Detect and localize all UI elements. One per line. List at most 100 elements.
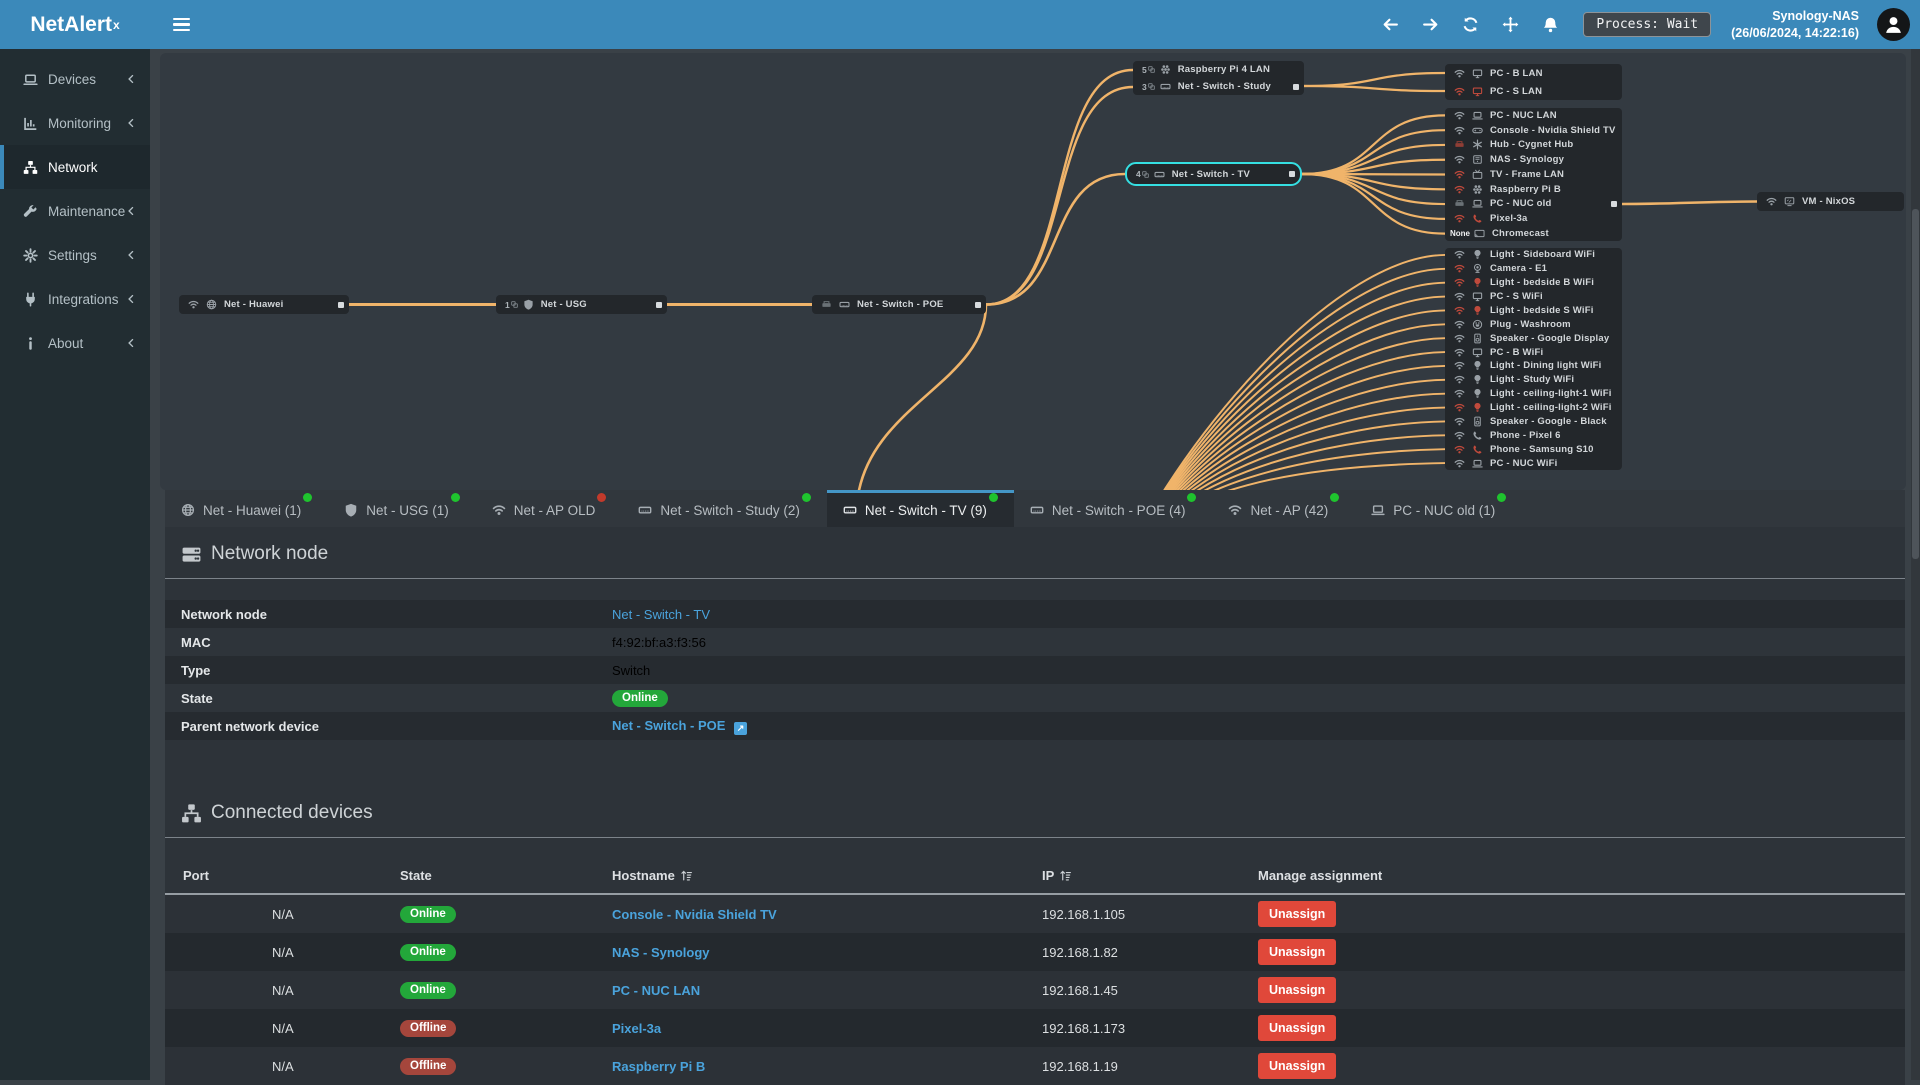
unassign-button[interactable]: Unassign (1258, 1015, 1337, 1041)
topology-device-row[interactable]: PC - B LAN (1445, 64, 1622, 82)
forward-arrow-icon[interactable] (1417, 12, 1443, 38)
unassign-button[interactable]: Unassign (1258, 901, 1337, 927)
topology-node-group2[interactable]: PC - NUC LAN Console - Nvidia Shield TV Hu… (1445, 108, 1622, 241)
unassign-button[interactable]: Unassign (1258, 977, 1337, 1003)
tab-pc-nuc-old-1-[interactable]: PC - NUC old (1) (1355, 490, 1522, 527)
unassign-button[interactable]: Unassign (1258, 1053, 1337, 1079)
topology-device-row[interactable]: Phone - Pixel 6 (1445, 428, 1622, 442)
sidebar-item-monitoring[interactable]: Monitoring (0, 101, 150, 145)
topology-device-row[interactable]: Net - Switch - POE (812, 295, 986, 314)
user-avatar[interactable] (1877, 8, 1910, 41)
topology-node-group1[interactable]: PC - B LAN PC - S LAN (1445, 64, 1622, 100)
device-label: Raspberry Pi B (1490, 183, 1561, 195)
topology-device-row[interactable]: Speaker - Google - Black (1445, 415, 1622, 429)
sidebar-item-about[interactable]: About (0, 321, 150, 365)
column-header-hostname[interactable]: Hostname (612, 868, 1042, 883)
hostname-link[interactable]: Raspberry Pi B (612, 1059, 705, 1074)
topology-device-row[interactable]: Speaker - Google Display (1445, 331, 1622, 345)
topology-device-row[interactable]: Light - ceiling-light-2 WiFi (1445, 401, 1622, 415)
topology-device-row[interactable]: 5 Raspberry Pi 4 LAN (1133, 61, 1304, 78)
wifi-icon (1454, 154, 1465, 165)
topology-device-row[interactable]: TV - Frame LAN (1445, 167, 1622, 182)
topology-device-row[interactable]: PC - B WiFi (1445, 345, 1622, 359)
topology-device-row[interactable]: Console - Nvidia Shield TV (1445, 123, 1622, 138)
hostname-link[interactable]: PC - NUC LAN (612, 983, 700, 998)
sidebar-item-network[interactable]: Network (0, 145, 150, 189)
sidebar-item-maintenance[interactable]: Maintenance (0, 189, 150, 233)
tab-net-ap-42-[interactable]: Net - AP (42) (1212, 490, 1355, 527)
external-link-icon[interactable]: ↗ (734, 721, 748, 735)
topology-device-row[interactable]: 4 Net - Switch - TV (1127, 164, 1300, 184)
column-header-ip[interactable]: IP (1042, 868, 1258, 883)
hostname-link[interactable]: Console - Nvidia Shield TV (612, 907, 777, 922)
refresh-icon[interactable] (1457, 12, 1483, 38)
unassign-button[interactable]: Unassign (1258, 939, 1337, 965)
table-row: N/A Offline Raspberry Pi B 192.168.1.19 Unas… (165, 1047, 1905, 1085)
tab-net-switch-study-2-[interactable]: Net - Switch - Study (2) (622, 490, 827, 527)
tab-label: Net - Switch - TV (9) (864, 502, 987, 518)
gamepad-icon (1472, 125, 1483, 136)
topology-node-usg[interactable]: 1 Net - USG (496, 295, 667, 314)
sidebar-item-integrations[interactable]: Integrations (0, 277, 150, 321)
sidebar-item-label: About (48, 335, 84, 351)
topology-node-tv[interactable]: 4 Net - Switch - TV (1125, 162, 1302, 186)
topology-node-study[interactable]: 5 Raspberry Pi 4 LAN 3 Net - Switch - Study (1133, 61, 1304, 95)
topology-device-row[interactable]: 1 Net - USG (496, 295, 667, 314)
detail-label: Network node (181, 606, 267, 622)
notifications-bell-icon[interactable] (1537, 12, 1563, 38)
raspberry-icon (1160, 64, 1171, 75)
tab-net-huawei-1-[interactable]: Net - Huawei (1) (165, 490, 328, 527)
topology-node-group3[interactable]: Light - Sideboard WiFi Camera - E1 Light -… (1445, 248, 1622, 470)
back-arrow-icon[interactable] (1377, 12, 1403, 38)
topology-device-row[interactable]: Phone - Samsung S10 (1445, 442, 1622, 456)
topology-device-row[interactable]: PC - NUC WiFi (1445, 456, 1622, 470)
device-label: Net - USG (540, 299, 587, 310)
hostname-link[interactable]: NAS - Synology (612, 945, 710, 960)
status-text: None (1450, 229, 1470, 238)
topology-node-vm[interactable]: VM - NixOS (1757, 192, 1904, 211)
topology-device-row[interactable]: PC - NUC old (1445, 197, 1622, 212)
topology-device-row[interactable]: PC - S WiFi (1445, 290, 1622, 304)
device-label: NAS - Synology (1490, 154, 1565, 166)
topology-node-poe[interactable]: Net - Switch - POE (812, 295, 986, 314)
sidebar-toggle-button[interactable] (158, 0, 204, 49)
tab-net-switch-poe-4-[interactable]: Net - Switch - POE (4) (1014, 490, 1213, 527)
topology-device-row[interactable]: Light - Dining light WiFi (1445, 359, 1622, 373)
move-icon[interactable] (1497, 12, 1523, 38)
topology-device-row[interactable]: Pixel-3a (1445, 211, 1622, 226)
tab-net-switch-tv-9-[interactable]: Net - Switch - TV (9) (826, 490, 1014, 527)
port-connector (338, 301, 344, 308)
topology-device-row[interactable]: Light - Sideboard WiFi (1445, 248, 1622, 262)
device-label: VM - NixOS (1802, 196, 1856, 207)
topology-device-row[interactable]: Net - Huawei (179, 295, 349, 314)
topology-device-row[interactable]: Light - Study WiFi (1445, 373, 1622, 387)
topology-device-row[interactable]: Light - bedside S WiFi (1445, 304, 1622, 318)
topology-device-row[interactable]: 3 Net - Switch - Study (1133, 78, 1304, 95)
parent-node-link[interactable]: Net - Switch - POE ↗ (612, 718, 748, 735)
sort-icon[interactable] (1059, 869, 1072, 882)
sidebar-item-settings[interactable]: Settings (0, 233, 150, 277)
topology-device-row[interactable]: PC - NUC LAN (1445, 108, 1622, 123)
network-node-section-title: Network node (181, 543, 1905, 565)
table-row: N/A Online NAS - Synology 192.168.1.82 Unass… (165, 933, 1905, 971)
topology-device-row[interactable]: Camera - E1 (1445, 262, 1622, 276)
tab-net-usg-1-[interactable]: Net - USG (1) (328, 490, 476, 527)
sidebar-item-devices[interactable]: Devices (0, 57, 150, 101)
network-node-details: Network node Net - Switch - TV MAC f4:92:bf… (165, 600, 1905, 740)
topology-device-row[interactable]: None Chromecast (1445, 226, 1622, 241)
scrollbar-thumb[interactable] (1912, 209, 1919, 559)
topology-device-row[interactable]: Light - bedside B WiFi (1445, 276, 1622, 290)
topology-device-row[interactable]: Light - ceiling-light-1 WiFi (1445, 387, 1622, 401)
topology-device-row[interactable]: PC - S LAN (1445, 82, 1622, 100)
hostname-link[interactable]: Pixel-3a (612, 1021, 661, 1036)
topology-device-row[interactable]: Plug - Washroom (1445, 317, 1622, 331)
topology-node-huawei[interactable]: Net - Huawei (179, 295, 349, 314)
node-link[interactable]: Net - Switch - TV (612, 607, 710, 622)
tab-net-ap-old[interactable]: Net - AP OLD (476, 490, 623, 527)
sort-icon[interactable] (680, 869, 693, 882)
topology-device-row[interactable]: NAS - Synology (1445, 152, 1622, 167)
topology-device-row[interactable]: Raspberry Pi B (1445, 182, 1622, 197)
process-status[interactable]: Process: Wait (1583, 12, 1712, 37)
topology-device-row[interactable]: VM - NixOS (1757, 192, 1904, 211)
topology-device-row[interactable]: Hub - Cygnet Hub (1445, 138, 1622, 153)
